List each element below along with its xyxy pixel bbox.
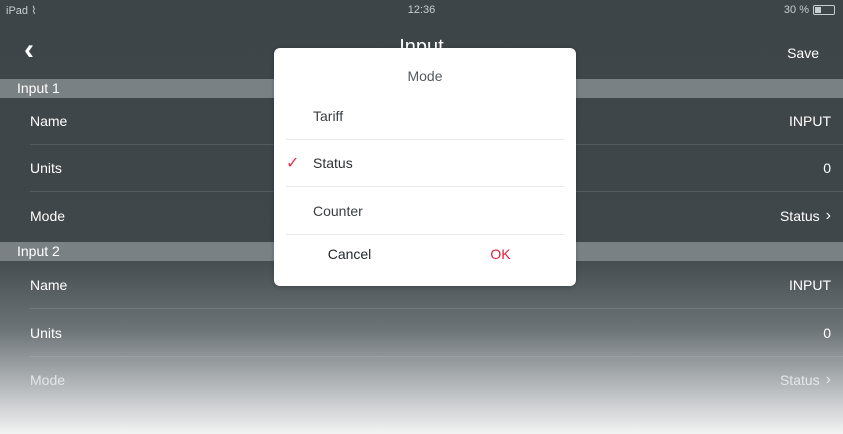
divider — [286, 186, 564, 187]
row-label: Name — [30, 113, 68, 129]
row-value-text: Status — [779, 372, 820, 388]
save-button[interactable]: Save — [787, 45, 819, 61]
row-label: Mode — [30, 372, 66, 388]
row-value-text: INPUT — [789, 277, 831, 293]
option-tariff[interactable]: Tariff — [286, 93, 564, 140]
section-title: Input 2 — [17, 243, 60, 259]
section-title: Input 1 — [17, 80, 60, 96]
row-value: INPUT — [789, 113, 831, 129]
checkmark-icon: ✓ — [286, 155, 300, 172]
dialog-title: Mode — [407, 68, 443, 84]
divider — [286, 234, 564, 235]
row-label: Mode — [30, 208, 66, 224]
chevron-right-icon: › — [825, 207, 831, 224]
battery-status: 30 % — [784, 4, 835, 16]
row-value: 0 — [823, 325, 831, 341]
row-value: Status › — [779, 371, 831, 389]
row-value-text: 0 — [823, 325, 831, 341]
row-label: Name — [30, 277, 68, 293]
cancel-button[interactable]: Cancel — [274, 246, 425, 262]
chevron-right-icon: › — [825, 371, 831, 388]
ok-button[interactable]: OK — [425, 246, 576, 262]
row-mode-2[interactable]: Mode Status › — [0, 357, 843, 404]
row-value: 0 — [823, 160, 831, 176]
app-screen: iPad ⌇ 12:36 30 % ‹ Input Save Input 1 N… — [0, 0, 843, 434]
row-value: INPUT — [789, 277, 831, 293]
battery-icon — [813, 5, 835, 15]
row-units-2[interactable]: Units 0 — [0, 310, 843, 357]
row-value-text: 0 — [823, 160, 831, 176]
option-status[interactable]: ✓ Status — [286, 140, 564, 187]
row-label: Units — [30, 160, 62, 176]
battery-percent: 30 % — [783, 4, 809, 16]
row-value-text: INPUT — [789, 113, 831, 129]
row-label: Units — [30, 325, 62, 341]
option-label: Counter — [313, 203, 363, 219]
option-counter[interactable]: Counter — [286, 188, 564, 235]
row-value-text: Status — [779, 208, 820, 224]
status-bar: iPad ⌇ 12:36 30 % — [0, 0, 843, 22]
mode-picker-dialog: Mode Tariff ✓ Status Counter Cancel OK — [274, 48, 576, 286]
option-label: Tariff — [313, 108, 344, 124]
dialog-buttons: Cancel OK — [274, 236, 576, 286]
status-time: 12:36 — [407, 4, 436, 16]
row-value: Status › — [779, 207, 831, 225]
option-label: Status — [313, 155, 353, 171]
divider — [30, 308, 843, 309]
